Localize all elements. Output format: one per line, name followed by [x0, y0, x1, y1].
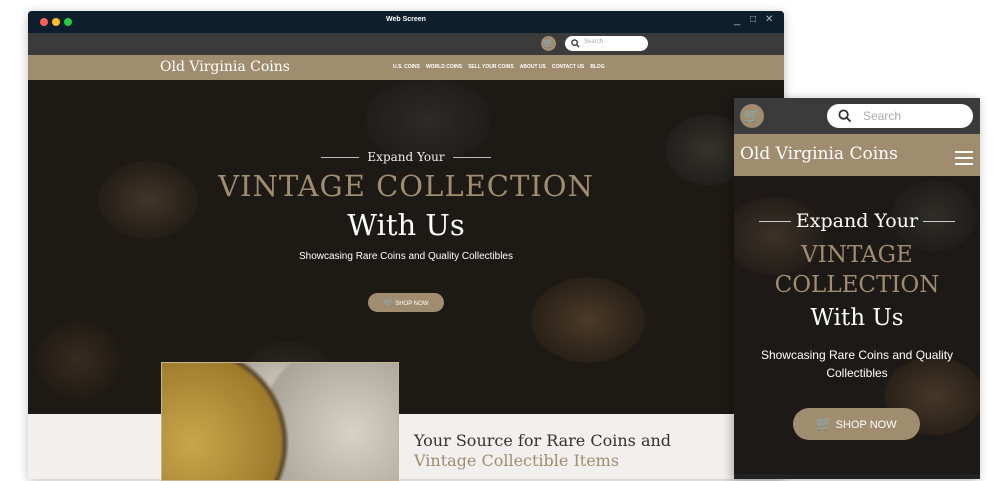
nav-blog[interactable]: BLOG: [590, 64, 604, 70]
cart-icon: 🛒: [816, 416, 833, 431]
nav-about-us[interactable]: ABOUT US: [520, 64, 546, 70]
site-logo[interactable]: Old Virginia Coins: [160, 59, 290, 75]
intro-title: Your Source for Rare Coins and: [414, 431, 672, 450]
shop-now-label: SHOP NOW: [395, 301, 429, 307]
search-placeholder: Search: [584, 39, 604, 45]
coins-photo: [161, 362, 399, 481]
window-title: Web Screen: [386, 16, 426, 23]
desktop-window: Web Screen _ □ ✕ 🛒 Search Old Virginia C…: [28, 11, 784, 479]
search-placeholder: Search: [863, 109, 902, 123]
maximize-icon[interactable]: □: [750, 14, 756, 25]
nav-world-coins[interactable]: WORLD COINS: [426, 64, 462, 70]
hero-tagline: Showcasing Rare Coins and Quality Collec…: [760, 348, 954, 380]
nav-contact-us[interactable]: CONTACT US: [552, 64, 584, 70]
hero-banner: Expand Your VINTAGE COLLECTION With Us S…: [28, 80, 784, 414]
hamburger-menu-icon[interactable]: [955, 151, 973, 165]
close-icon[interactable]: ✕: [765, 14, 773, 25]
nav-us-coins[interactable]: U.S. COINS: [393, 64, 420, 70]
shop-now-button[interactable]: 🛒 SHOP NOW: [368, 293, 444, 312]
mobile-utility-bar: 🛒 Search: [734, 98, 980, 134]
search-icon: [838, 109, 852, 123]
intro-subtitle: Vintage Collectible Items: [414, 451, 620, 470]
intro-heading: Your Source for Rare Coins and Vintage C…: [414, 431, 671, 471]
utility-bar: 🛒 Search: [28, 33, 784, 55]
shopping-cart-icon[interactable]: 🛒: [541, 36, 556, 51]
shopping-cart-icon[interactable]: 🛒: [740, 104, 764, 128]
hero-headline-line1: VINTAGE: [801, 242, 913, 268]
search-icon: [571, 39, 580, 48]
main-nav: Old Virginia Coins U.S. COINS WORLD COIN…: [28, 55, 784, 80]
cart-icon: 🛒: [383, 298, 394, 307]
hero-subhead: With Us: [810, 305, 904, 331]
nav-sell-your-coins[interactable]: SELL YOUR COINS: [468, 64, 514, 70]
nav-links: U.S. COINS WORLD COINS SELL YOUR COINS A…: [393, 64, 605, 70]
hero-kicker: Expand Your: [28, 150, 784, 164]
shop-now-button[interactable]: 🛒 SHOP NOW: [793, 408, 920, 440]
shop-now-label: SHOP NOW: [835, 419, 897, 431]
hero-subhead: With Us: [347, 208, 465, 242]
hero-kicker: Expand Your: [734, 210, 980, 233]
search-input[interactable]: Search: [565, 36, 648, 51]
hero-headline-line2: COLLECTION: [774, 272, 940, 298]
mobile-search-input[interactable]: Search: [827, 104, 973, 128]
hero-headline: VINTAGE COLLECTION: [218, 169, 594, 203]
window-titlebar: Web Screen _ □ ✕: [28, 11, 784, 33]
minimize-icon[interactable]: _: [734, 14, 740, 26]
mobile-hero: Expand Your VINTAGE COLLECTION With Us S…: [734, 176, 980, 474]
hero-tagline: Showcasing Rare Coins and Quality Collec…: [299, 251, 513, 262]
